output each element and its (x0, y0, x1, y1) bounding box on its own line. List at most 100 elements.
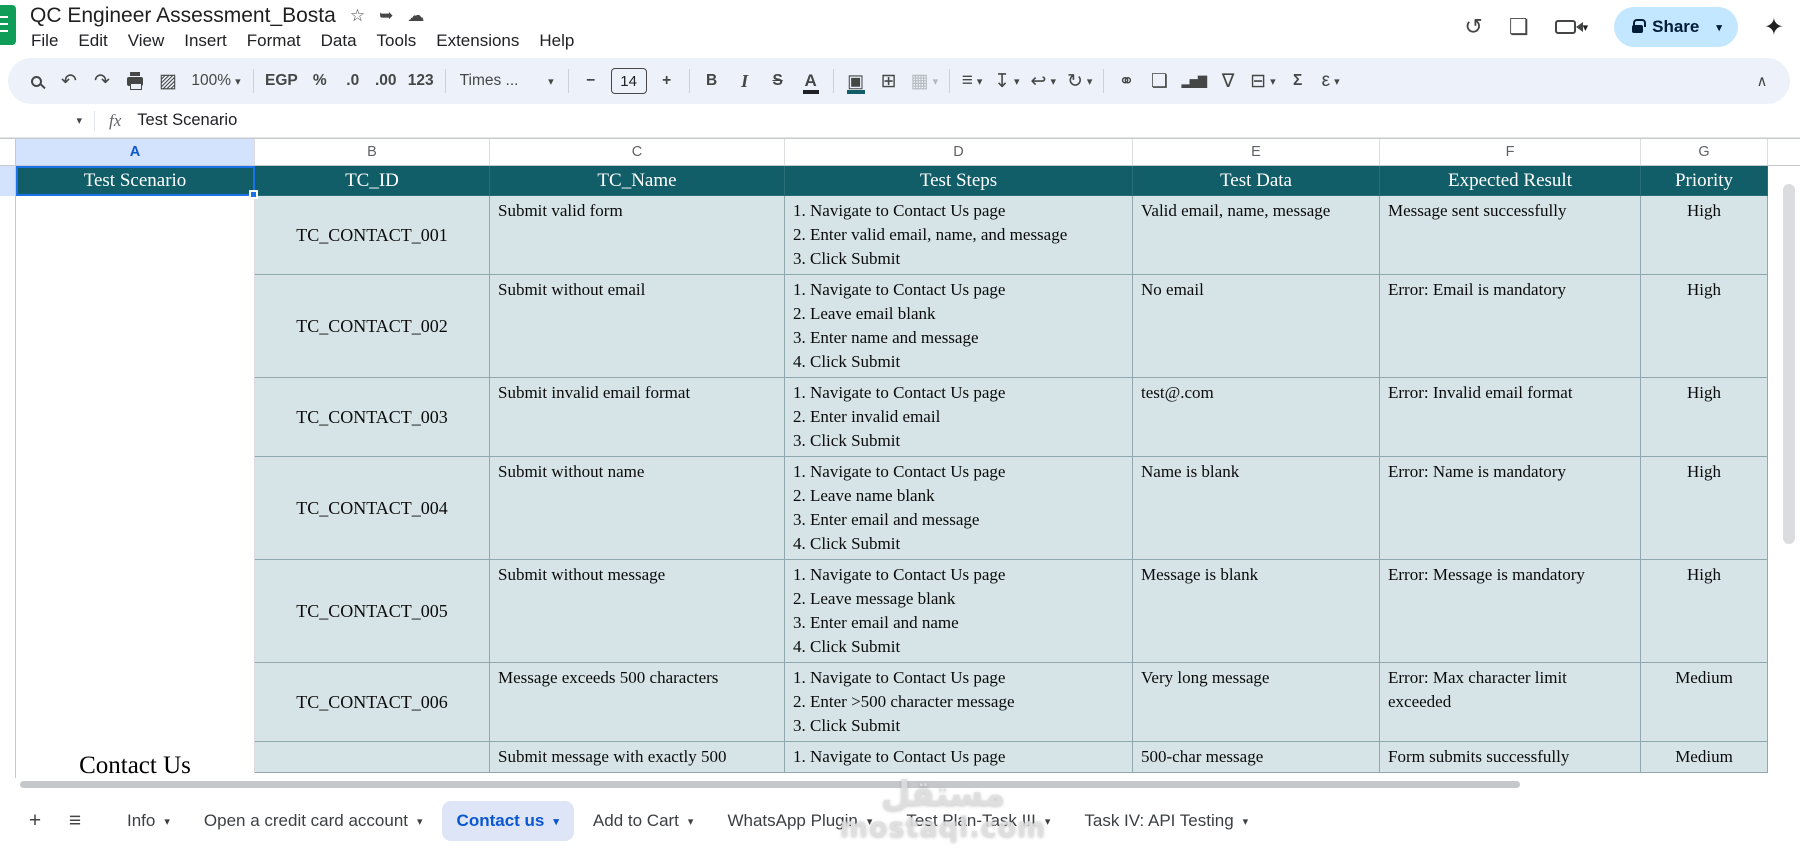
meet-video-icon[interactable]: ▾ (1554, 20, 1589, 34)
strikethrough-button[interactable]: S (762, 64, 794, 98)
sheet-tab[interactable]: WhatsApp Plugin ▾ (712, 801, 887, 841)
video-dropdown-caret[interactable]: ▾ (1583, 21, 1589, 34)
horizontal-scrollbar[interactable] (0, 778, 1800, 790)
font-size-input[interactable]: 14 (610, 68, 647, 94)
cell-expected-result[interactable]: Error: Email is mandatory (1380, 275, 1641, 378)
sheet-tab-caret-icon[interactable]: ▾ (867, 815, 873, 828)
cell-tc-name[interactable]: Message exceeds 500 characters (490, 663, 785, 742)
menu-item[interactable]: Extensions (426, 29, 529, 53)
print-icon[interactable] (119, 64, 151, 98)
cell-tc-id[interactable]: TC_CONTACT_006 (255, 663, 490, 742)
functions-button[interactable]: Σ (1282, 64, 1314, 98)
toolbar-collapse-icon[interactable]: ∧ (1746, 64, 1778, 98)
column-header[interactable]: B (255, 139, 490, 165)
cell-a1-test-scenario[interactable]: Test Scenario (16, 166, 255, 196)
cell-priority[interactable]: High (1641, 378, 1768, 457)
borders-button[interactable]: ⊞ (873, 64, 905, 98)
vertical-align-button[interactable]: ↧ ▾ (989, 64, 1024, 98)
cell-priority[interactable]: Medium (1641, 742, 1768, 773)
cell-test-data[interactable]: Message is blank (1133, 560, 1380, 663)
sheet-tab[interactable]: Test Plan-Task III ▾ (891, 801, 1065, 841)
sheet-tab[interactable]: Add to Cart ▾ (578, 801, 709, 841)
cell-tc-id[interactable]: TC_CONTACT_003 (255, 378, 490, 457)
cell-test-steps[interactable]: 1. Navigate to Contact Us page (785, 742, 1133, 773)
filter-views-button[interactable]: ⊟ ▾ (1245, 64, 1280, 98)
sheet-tab-caret-icon[interactable]: ▾ (688, 815, 694, 828)
redo-icon[interactable]: ↷ (86, 64, 118, 98)
text-wrap-button[interactable]: ↩ ▾ (1026, 64, 1061, 98)
cell-expected-result[interactable]: Form submits successfully (1380, 742, 1641, 773)
sheet-tab-caret-icon[interactable]: ▾ (417, 815, 423, 828)
cell-priority[interactable]: High (1641, 457, 1768, 560)
menu-item[interactable]: Help (529, 29, 584, 53)
column-header[interactable]: F (1380, 139, 1641, 165)
sheet-tab[interactable]: Open a credit card account ▾ (189, 801, 438, 841)
create-filter-button[interactable]: ∇ (1212, 64, 1244, 98)
insert-link-button[interactable]: ⚭ (1110, 64, 1142, 98)
cell-test-steps[interactable]: 1. Navigate to Contact Us page 2. Enter … (785, 196, 1133, 275)
cell-tc-id[interactable]: TC_CONTACT_002 (255, 275, 490, 378)
cell-tc-name[interactable]: Submit without email (490, 275, 785, 378)
horizontal-align-button[interactable]: ≡ ▾ (956, 64, 988, 98)
cell-tc-name[interactable]: Submit without name (490, 457, 785, 560)
cell-tc-name[interactable]: Submit message with exactly 500 (490, 742, 785, 773)
add-sheet-icon[interactable]: + (16, 802, 54, 840)
font-select[interactable]: Times ... ▾ (452, 64, 562, 98)
more-functions-button[interactable]: ε ▾ (1315, 64, 1347, 98)
name-box[interactable]: ▾ (10, 114, 94, 127)
sheet-tab[interactable]: Contact us ▾ (441, 801, 574, 841)
vertical-scrollbar-thumb[interactable] (1783, 184, 1795, 544)
cell-expected-result[interactable]: Error: Message is mandatory (1380, 560, 1641, 663)
undo-icon[interactable]: ↶ (53, 64, 85, 98)
paint-format-icon[interactable]: ▨ (152, 64, 184, 98)
text-color-button[interactable]: A (795, 64, 827, 98)
header-priority[interactable]: Priority (1641, 166, 1768, 196)
formula-input[interactable]: Test Scenario (137, 111, 237, 130)
bold-button[interactable]: B (696, 64, 728, 98)
menu-item[interactable]: Data (311, 29, 367, 53)
cell-expected-result[interactable]: Message sent successfully (1380, 196, 1641, 275)
italic-button[interactable]: I (729, 64, 761, 98)
cell-expected-result[interactable]: Error: Name is mandatory (1380, 457, 1641, 560)
percent-format-button[interactable]: % (304, 64, 336, 98)
insert-comment-button[interactable]: ❏ (1143, 64, 1175, 98)
cell-tc-id[interactable]: TC_CONTACT_001 (255, 196, 490, 275)
merged-scenario-cell[interactable]: Contact Us (16, 196, 255, 778)
cell-priority[interactable]: Medium (1641, 663, 1768, 742)
cell-tc-id[interactable] (255, 742, 490, 773)
sheet-tab-caret-icon[interactable]: ▾ (164, 815, 170, 828)
cell-tc-name[interactable]: Submit valid form (490, 196, 785, 275)
share-dropdown-caret[interactable]: ▾ (1708, 21, 1730, 34)
text-rotate-button[interactable]: ↻ ▾ (1062, 64, 1097, 98)
all-sheets-icon[interactable]: ≡ (56, 802, 94, 840)
share-button[interactable]: Share ▾ (1614, 7, 1738, 47)
cell-tc-id[interactable]: TC_CONTACT_004 (255, 457, 490, 560)
menu-item[interactable]: Edit (68, 29, 117, 53)
header-tc-name[interactable]: TC_Name (490, 166, 785, 196)
cell-test-steps[interactable]: 1. Navigate to Contact Us page 2. Enter … (785, 378, 1133, 457)
merge-cells-button[interactable]: ▦ ▾ (906, 64, 943, 98)
cell-test-data[interactable]: Very long message (1133, 663, 1380, 742)
cell-expected-result[interactable]: Error: Invalid email format (1380, 378, 1641, 457)
sheet-tab-caret-icon[interactable]: ▾ (553, 815, 559, 828)
menu-item[interactable]: Insert (174, 29, 237, 53)
column-header[interactable]: A (16, 139, 255, 165)
sheet-tab-caret-icon[interactable]: ▾ (1045, 815, 1051, 828)
row-header-gutter[interactable] (0, 166, 16, 778)
search-icon[interactable] (20, 64, 52, 98)
move-folder-icon[interactable]: ➥ (379, 6, 393, 26)
horizontal-scrollbar-thumb[interactable] (20, 780, 1520, 788)
menu-item[interactable]: Format (237, 29, 311, 53)
cell-priority[interactable]: High (1641, 560, 1768, 663)
select-all-corner[interactable] (0, 139, 16, 165)
currency-format-button[interactable]: EGP (260, 64, 303, 98)
cell-test-data[interactable]: Valid email, name, message (1133, 196, 1380, 275)
cell-priority[interactable]: High (1641, 275, 1768, 378)
increase-decimals-button[interactable]: .00 (370, 64, 402, 98)
cell-tc-name[interactable]: Submit without message (490, 560, 785, 663)
header-tc-id[interactable]: TC_ID (255, 166, 490, 196)
increase-font-size-button[interactable]: + (651, 64, 683, 98)
sheets-logo-icon[interactable] (0, 2, 20, 48)
cell-test-steps[interactable]: 1. Navigate to Contact Us page 2. Leave … (785, 560, 1133, 663)
star-icon[interactable]: ☆ (350, 6, 365, 26)
